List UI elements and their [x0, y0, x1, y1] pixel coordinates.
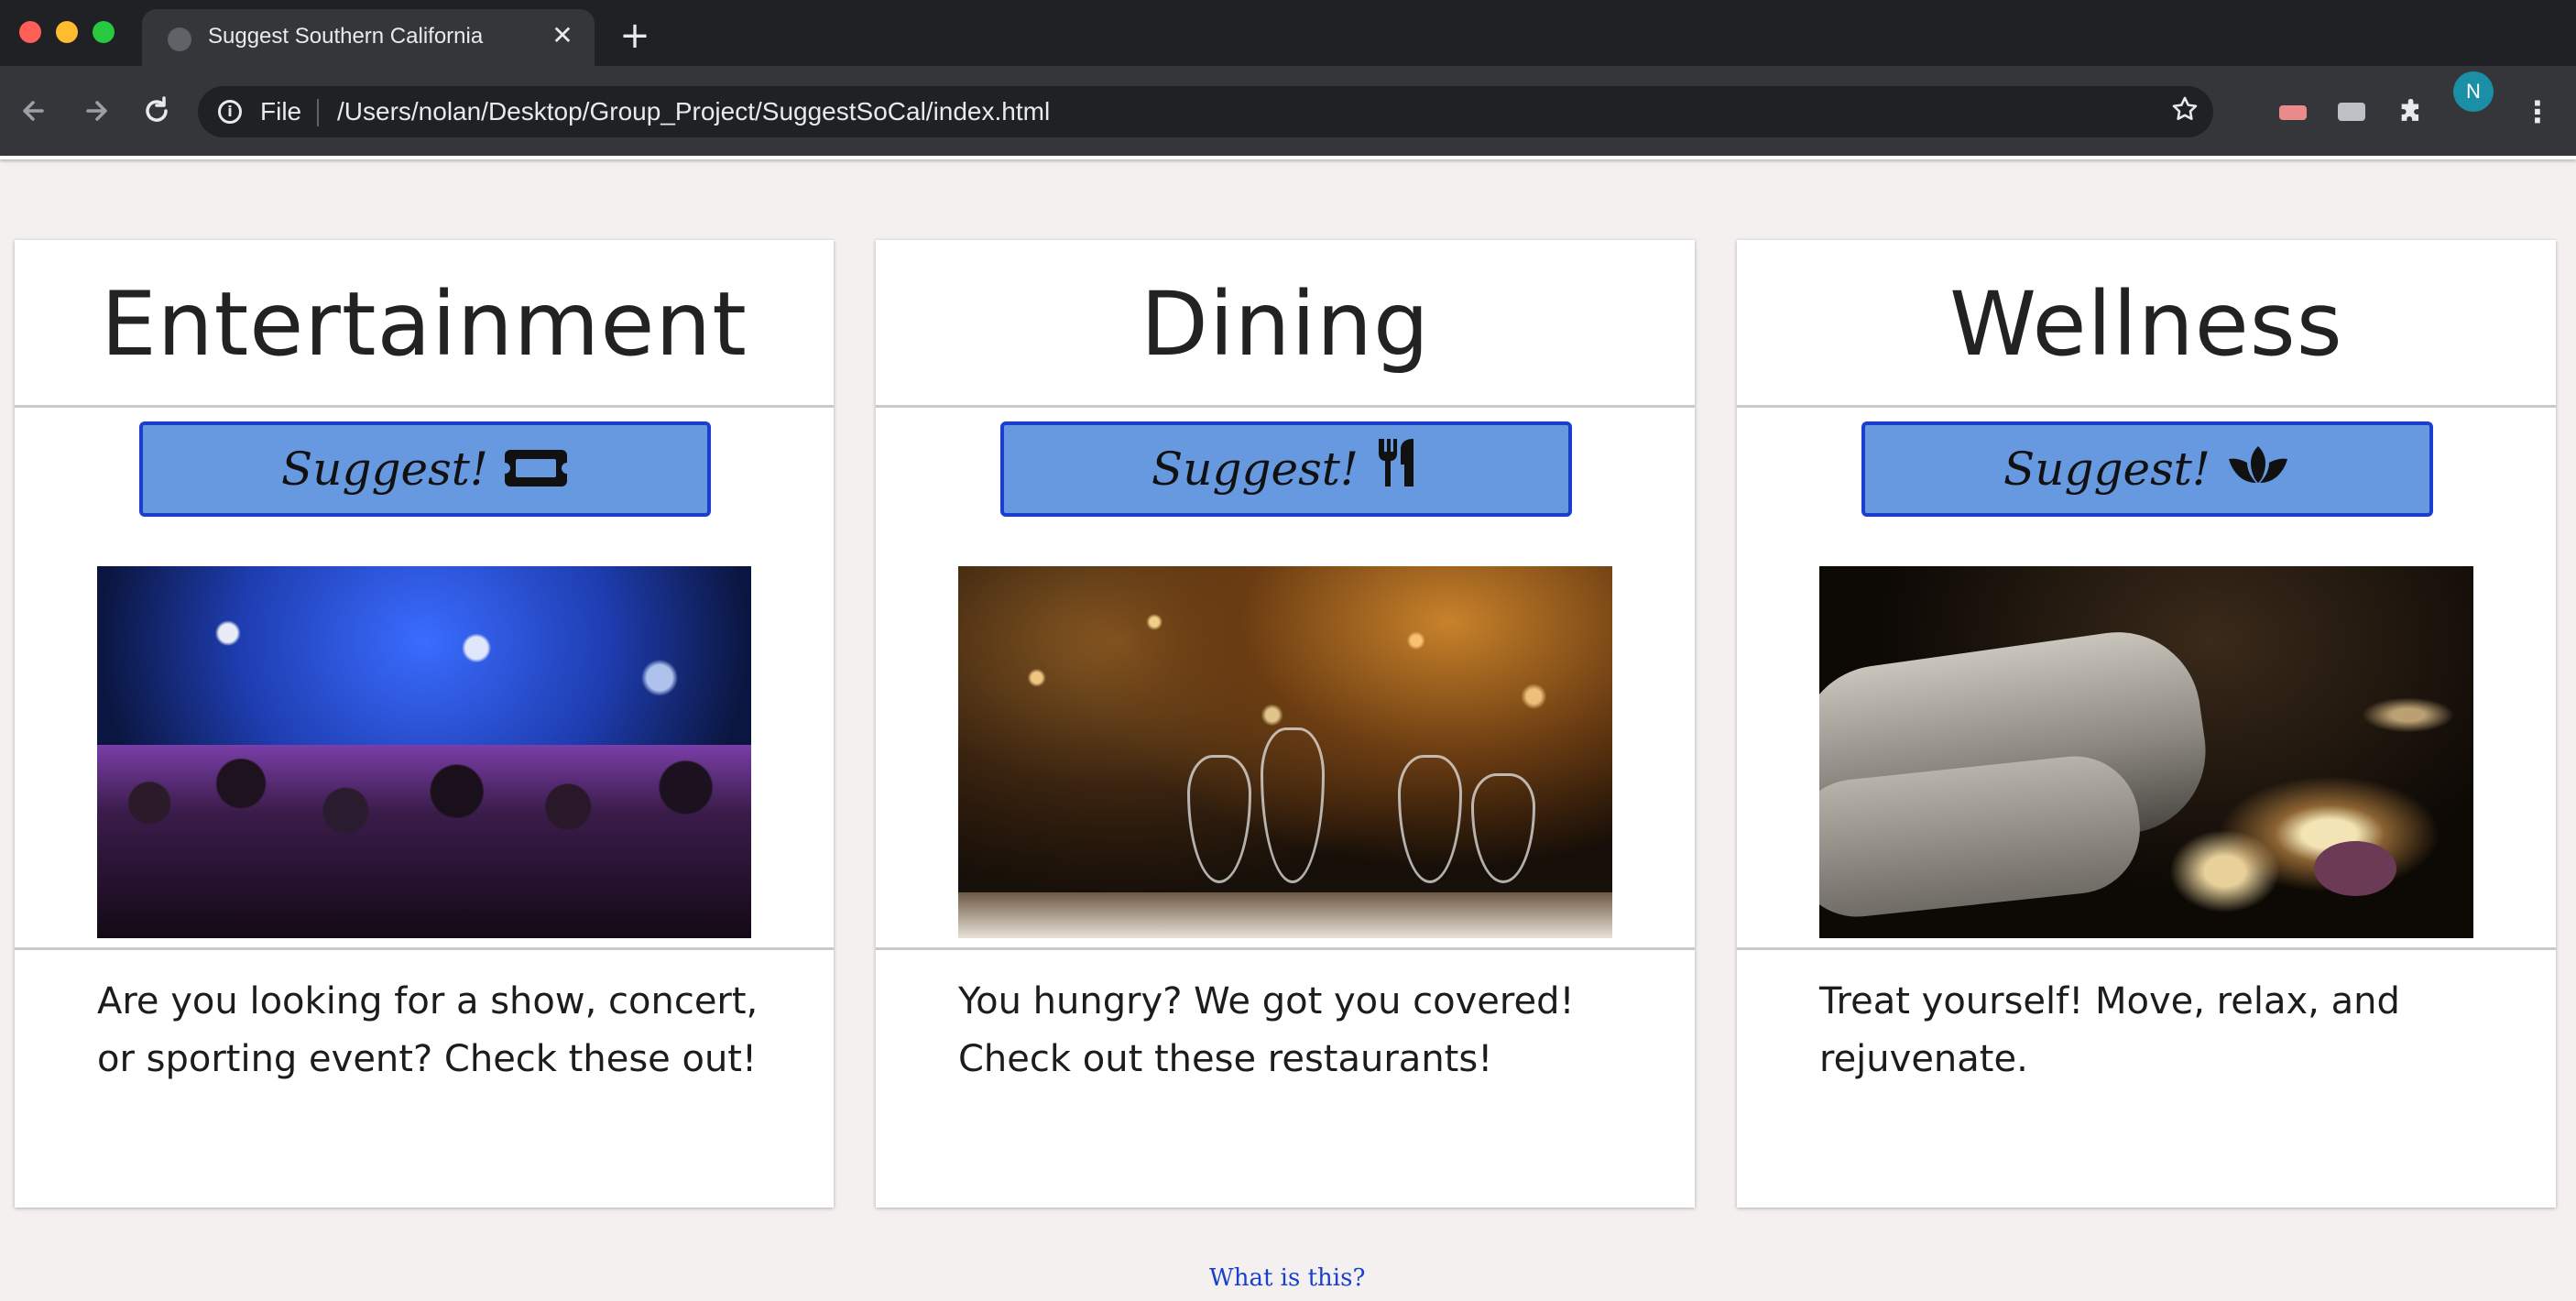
utensils-icon: [1373, 429, 1421, 517]
scheme-label: File: [260, 97, 302, 126]
close-tab-icon[interactable]: ✕: [547, 20, 578, 51]
minimize-window-button[interactable]: [56, 21, 78, 43]
star-icon[interactable]: [2169, 93, 2200, 133]
ticket-icon: [498, 429, 573, 517]
spa-towels-candles-image: [1819, 566, 2473, 938]
card-title: Entertainment: [101, 273, 748, 376]
forward-arrow-icon[interactable]: [75, 90, 117, 132]
button-label: Suggest!: [281, 443, 488, 496]
wine-glass: [1187, 755, 1251, 883]
table-surface: [958, 892, 1612, 938]
button-label: Suggest!: [2003, 443, 2210, 496]
keyboard-extension-icon[interactable]: [2334, 93, 2369, 130]
card-description: You hungry? We got you covered! Check ou…: [958, 980, 1575, 1080]
card-title: Wellness: [1949, 273, 2343, 376]
reload-icon[interactable]: [136, 90, 178, 132]
suggest-entertainment-button[interactable]: Suggest!: [139, 421, 711, 517]
wine-glass: [1471, 773, 1535, 883]
card-title: Dining: [1141, 273, 1430, 376]
suggest-dining-button[interactable]: Suggest!: [1000, 421, 1572, 517]
globe-icon: [168, 27, 191, 51]
address-bar[interactable]: i File /Users/nolan/Desktop/Group_Projec…: [198, 86, 2213, 137]
card-entertainment: Entertainment Suggest! Are you looking f…: [15, 240, 834, 1208]
concert-crowd-image: [97, 566, 751, 938]
omnibox-separator: [317, 99, 319, 126]
back-arrow-icon[interactable]: [15, 90, 57, 132]
card-description: Treat yourself! Move, relax, and rejuven…: [1819, 980, 2400, 1080]
card-dining: Dining Suggest! You hungry? We got you c…: [876, 240, 1695, 1208]
browser-tab[interactable]: Suggest Southern California ✕: [142, 9, 595, 66]
wine-glass: [1261, 727, 1325, 883]
divider: [876, 947, 1695, 950]
browser-toolbar: i File /Users/nolan/Desktop/Group_Projec…: [0, 66, 2576, 156]
url-text[interactable]: /Users/nolan/Desktop/Group_Project/Sugge…: [337, 97, 1050, 126]
new-tab-button[interactable]: +: [616, 16, 654, 55]
kebab-menu-icon[interactable]: ⋮: [2523, 92, 2552, 132]
flower: [2314, 841, 2396, 896]
button-label: Suggest!: [1152, 443, 1359, 496]
divider: [15, 405, 834, 408]
suggest-wellness-button[interactable]: Suggest!: [1861, 421, 2433, 517]
wine-glass: [1398, 755, 1462, 883]
what-is-this-link[interactable]: What is this?: [1209, 1264, 1365, 1292]
card-description: Are you looking for a show, concert, or …: [97, 980, 759, 1080]
divider: [1737, 405, 2556, 408]
maximize-window-button[interactable]: [93, 21, 115, 43]
lotus-icon: [2225, 429, 2291, 517]
divider: [1737, 947, 2556, 950]
tab-title: Suggest Southern California: [208, 24, 484, 49]
browser-title-bar: Suggest Southern California ✕ +: [0, 0, 2576, 66]
card-wellness: Wellness Suggest! Treat yourself! Move, …: [1737, 240, 2556, 1208]
info-icon[interactable]: i: [218, 100, 242, 124]
crowd-silhouette: [97, 744, 751, 938]
extension-icon[interactable]: [2276, 93, 2310, 130]
divider: [15, 947, 834, 950]
restaurant-table-image: [958, 566, 1612, 938]
divider: [876, 405, 1695, 408]
page-header-strip: [0, 156, 2576, 159]
close-window-button[interactable]: [19, 21, 41, 43]
puzzle-icon[interactable]: [2395, 93, 2429, 130]
profile-avatar[interactable]: N: [2453, 71, 2494, 112]
